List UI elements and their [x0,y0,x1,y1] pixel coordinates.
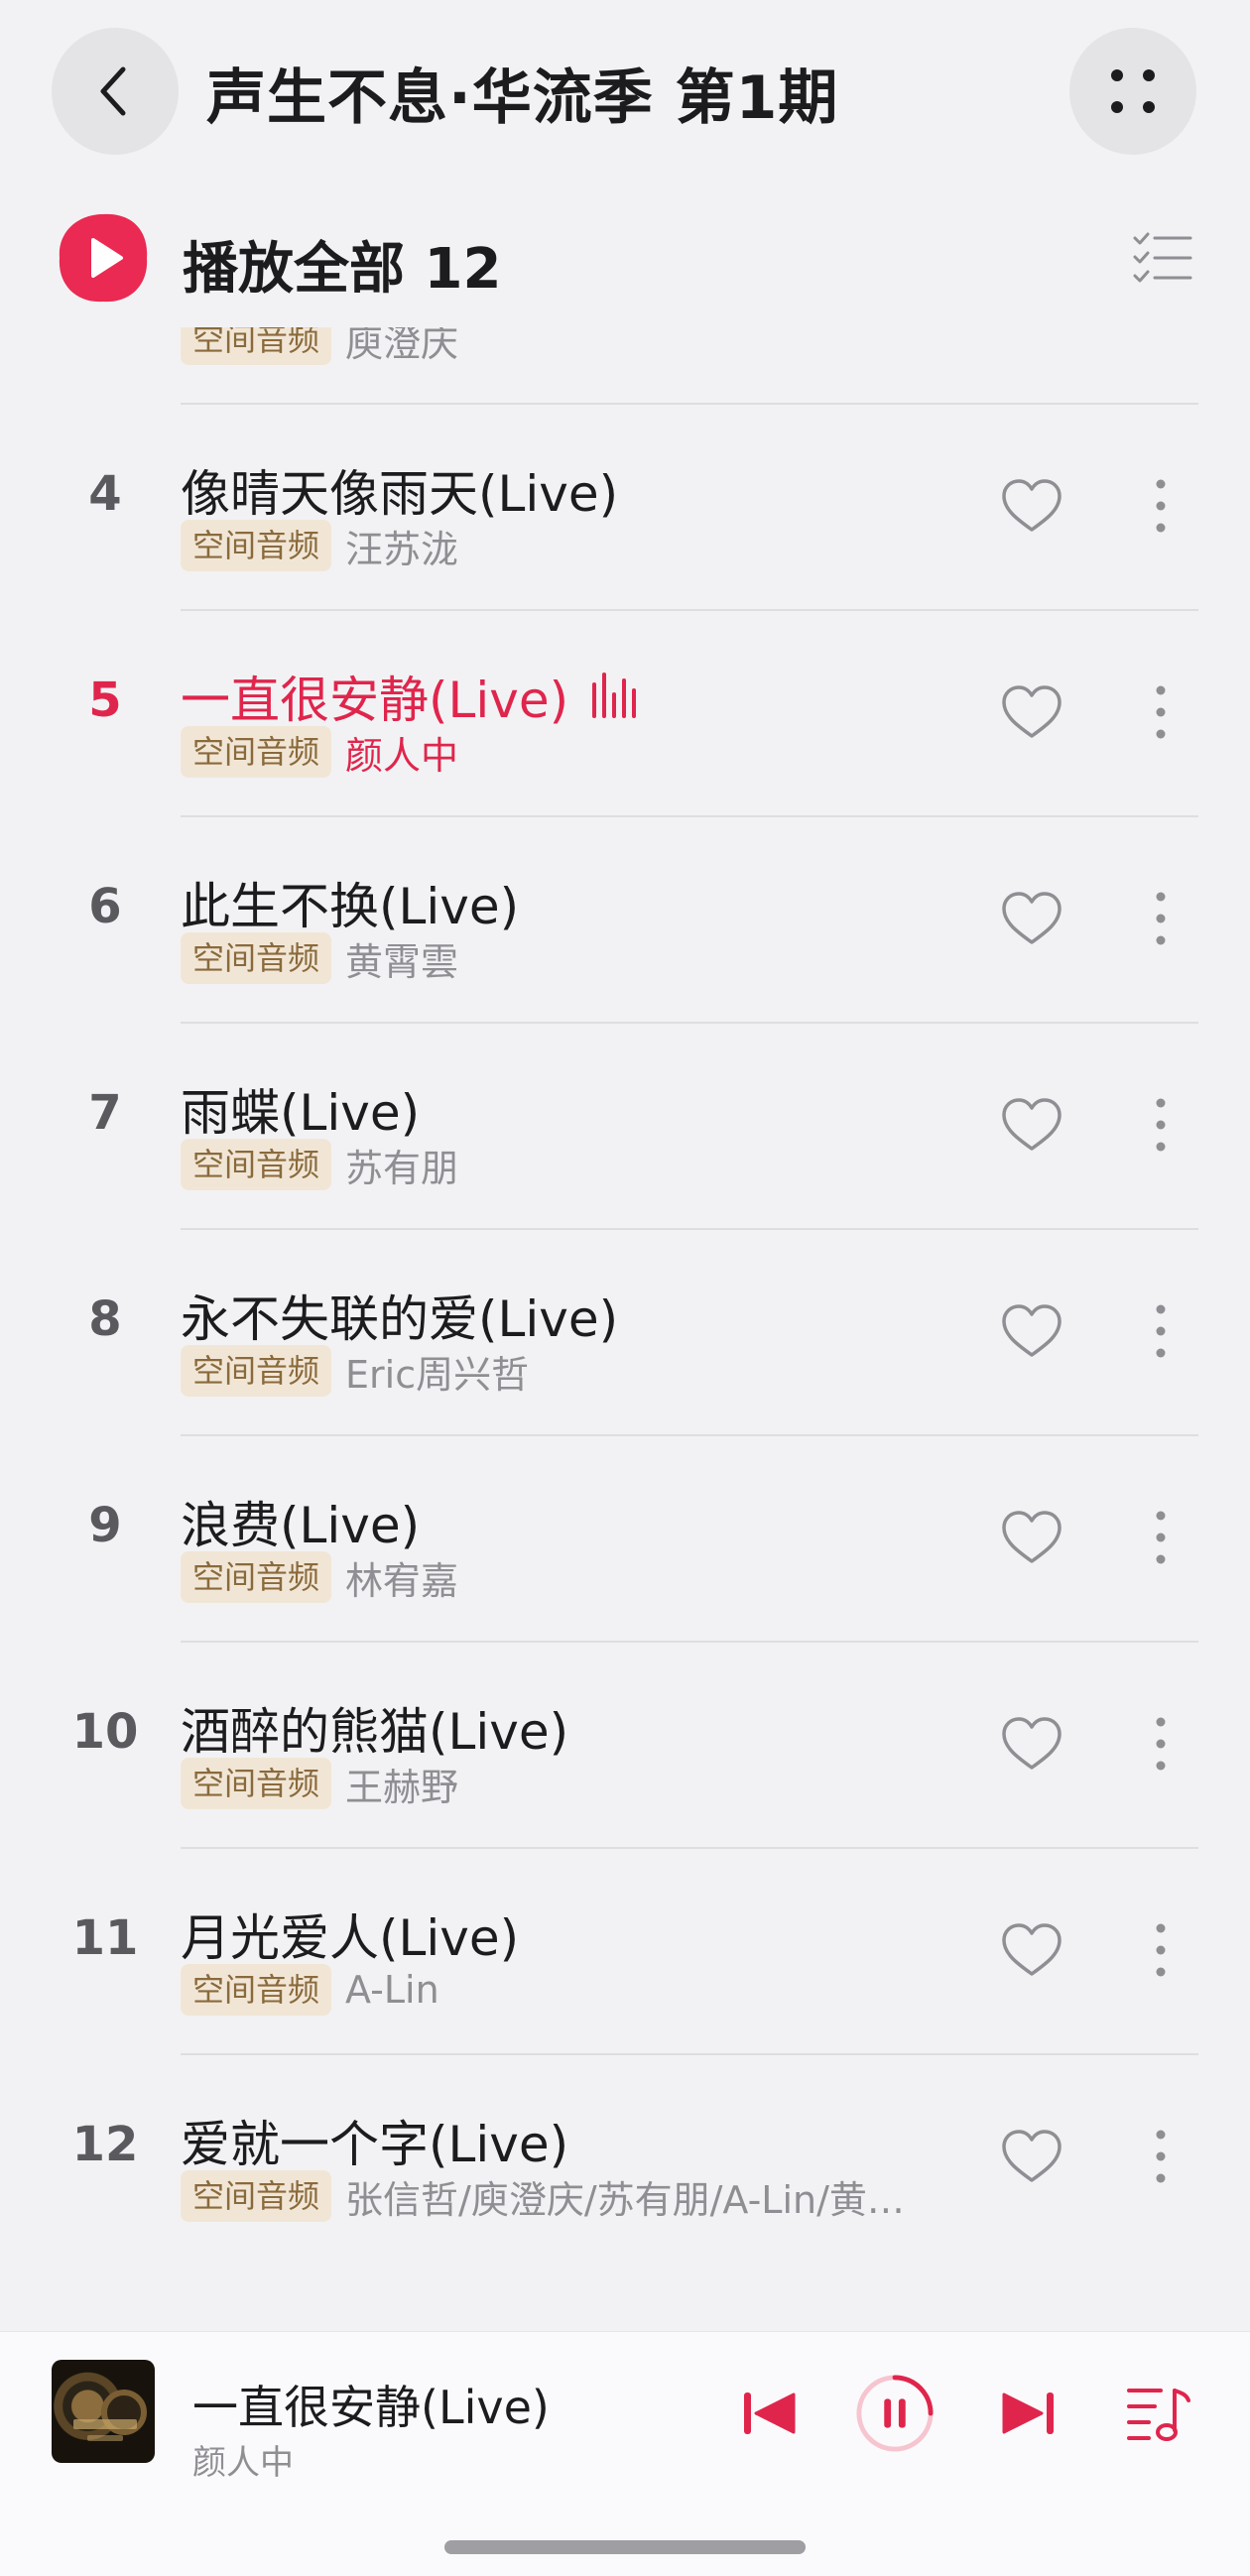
page-title: 声生不息·华流季 第1期 [206,63,839,133]
song-row[interactable]: 7 雨蝶(Live) 空间音频 苏有朋 [0,1024,1250,1230]
playlist-queue-icon [1127,2389,1190,2441]
favorite-heart-icon[interactable] [1000,1508,1063,1567]
spatial-audio-badge: 空间音频 [181,1139,332,1190]
song-artist: 张信哲/庾澄庆/苏有朋/A-Lin/黄… [345,2177,905,2222]
spatial-audio-badge: 空间音频 [181,2170,332,2222]
song-row[interactable]: 4 像晴天像雨天(Live) 空间音频 汪苏泷 [0,405,1250,611]
playlist-queue-button[interactable] [1119,2374,1198,2453]
song-artist: Eric周兴哲 [345,1352,530,1397]
more-options-icon[interactable] [1141,2125,1181,2188]
song-number: 6 [88,879,122,934]
playing-equalizer-icon [592,673,636,718]
more-button[interactable] [1069,28,1196,155]
song-row[interactable]: 6 此生不换(Live) 空间音频 黄霄雲 [0,817,1250,1024]
song-number: 12 [71,2117,139,2172]
spatial-audio-badge: 空间音频 [181,932,332,984]
song-number: 4 [88,466,122,522]
song-title[interactable]: 酒醉的熊猫(Live) [181,1692,568,1764]
checklist-icon[interactable] [1131,226,1194,290]
song-subline: 空间音频 王赫野 [181,1758,458,1809]
song-row[interactable]: 8 永不失联的爱(Live) 空间音频 Eric周兴哲 [0,1230,1250,1436]
more-options-icon[interactable] [1141,1506,1181,1569]
song-artist: 苏有朋 [345,1146,459,1190]
song-row[interactable]: 12 爱就一个字(Live) 空间音频 张信哲/庾澄庆/苏有朋/A-Lin/黄… [0,2055,1250,2262]
more-options-icon[interactable] [1141,1299,1181,1363]
more-options-icon[interactable] [1141,1918,1181,1982]
more-options-icon[interactable] [1141,887,1181,950]
play-circle-icon [59,213,148,303]
favorite-heart-icon[interactable] [1000,476,1063,536]
song-subline: 空间音频 颜人中 [181,726,458,778]
previous-button[interactable] [730,2374,810,2453]
grid-dots-icon [1111,69,1155,113]
play-all-button[interactable] [56,210,151,306]
favorite-heart-icon[interactable] [1000,1714,1063,1774]
song-subline: 空间音频 黄霄雲 [181,932,458,984]
song-row[interactable]: 10 酒醉的熊猫(Live) 空间音频 王赫野 [0,1643,1250,1849]
song-artist: 王赫野 [345,1765,459,1809]
now-playing-artist: 颜人中 [192,2443,294,2483]
song-number: 8 [88,1291,122,1347]
song-title[interactable]: 浪费(Live) [181,1486,420,1557]
home-indicator[interactable] [444,2540,806,2554]
now-playing-title[interactable]: 一直很安静(Live) [192,2372,550,2437]
spatial-audio-badge: 空间音频 [181,1551,332,1603]
back-button[interactable] [52,28,179,155]
more-options-icon[interactable] [1141,680,1181,744]
next-button[interactable] [988,2374,1067,2453]
song-artist: A-Lin [345,1968,439,2012]
song-subline: 空间音频 林宥嘉 [181,1551,458,1603]
song-title[interactable]: 月光爱人(Live) [181,1899,519,1970]
favorite-heart-icon[interactable] [1000,2127,1063,2186]
song-subline: 空间音频 A-Lin [181,1964,439,2016]
play-all-bar: 播放全部 12 [0,188,1250,327]
mini-player[interactable]: 一直很安静(Live) 颜人中 [0,2331,1250,2576]
next-icon [1002,2392,1054,2434]
pause-icon [856,2375,934,2452]
spatial-audio-badge: 空间音频 [181,1758,332,1809]
chevron-left-icon [100,66,126,116]
favorite-heart-icon[interactable] [1000,889,1063,948]
favorite-heart-icon[interactable] [1000,1920,1063,1980]
spatial-audio-badge: 空间音频 [181,1964,332,2016]
more-options-icon[interactable] [1141,1712,1181,1776]
song-subline: 空间音频 汪苏泷 [181,520,458,571]
pause-button[interactable] [855,2374,935,2453]
playlist-page: 声生不息·华流季 第1期 3情非得已(Live)空间音频庾澄庆4像晴天像雨天(L… [0,0,1250,2576]
song-artist: 颜人中 [345,733,459,778]
song-number: 11 [71,1910,139,1966]
song-subline: 空间音频 Eric周兴哲 [181,1345,529,1397]
song-number: 10 [71,1704,139,1760]
song-artist: 林宥嘉 [345,1558,459,1603]
song-subline: 空间音频 张信哲/庾澄庆/苏有朋/A-Lin/黄… [181,2170,905,2222]
spatial-audio-badge: 空间音频 [181,520,332,571]
play-all-label[interactable]: 播放全部 12 [183,224,501,305]
more-options-icon[interactable] [1141,1093,1181,1157]
spatial-audio-badge: 空间音频 [181,1345,332,1397]
song-number: 5 [88,673,122,728]
song-artist: 汪苏泷 [345,527,459,571]
song-row[interactable]: 5 一直很安静(Live) 空间音频 颜人中 [0,611,1250,817]
previous-icon [744,2392,796,2434]
album-cover-image[interactable] [52,2360,155,2463]
song-row[interactable]: 9 浪费(Live) 空间音频 林宥嘉 [0,1436,1250,1643]
favorite-heart-icon[interactable] [1000,1095,1063,1155]
song-title[interactable]: 永不失联的爱(Live) [181,1280,618,1351]
song-artist: 黄霄雲 [345,939,459,984]
favorite-heart-icon[interactable] [1000,1301,1063,1361]
favorite-heart-icon[interactable] [1000,682,1063,742]
header: 声生不息·华流季 第1期 [0,0,1250,188]
song-title[interactable]: 雨蝶(Live) [181,1073,420,1145]
song-row[interactable]: 11 月光爱人(Live) 空间音频 A-Lin [0,1849,1250,2055]
song-number: 9 [88,1498,122,1553]
song-title[interactable]: 像晴天像雨天(Live) [181,454,618,526]
song-title[interactable]: 此生不换(Live) [181,867,519,938]
more-options-icon[interactable] [1141,474,1181,538]
song-subline: 空间音频 苏有朋 [181,1139,458,1190]
song-title[interactable]: 一直很安静(Live) [181,661,568,732]
song-title[interactable]: 爱就一个字(Live) [181,2105,568,2176]
song-list: 3情非得已(Live)空间音频庾澄庆4像晴天像雨天(Live)空间音频汪苏泷5一… [0,268,1250,2331]
spatial-audio-badge: 空间音频 [181,726,332,778]
song-number: 7 [88,1085,122,1141]
